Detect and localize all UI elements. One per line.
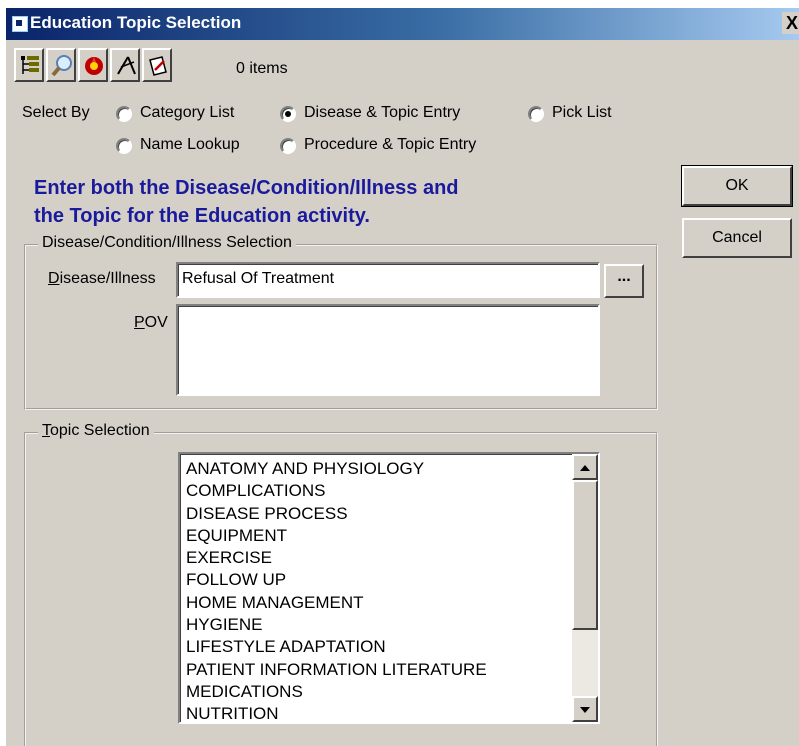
topic-item[interactable]: EQUIPMENT bbox=[186, 525, 566, 547]
disease-browse-button[interactable]: ... bbox=[604, 264, 644, 298]
radio-label: Category List bbox=[140, 104, 235, 121]
close-button[interactable]: X bbox=[782, 12, 799, 34]
compass-icon bbox=[117, 56, 136, 75]
note-pencil-icon bbox=[149, 56, 167, 76]
items-count: 0 items bbox=[236, 60, 288, 77]
pov-label-accesskey: P bbox=[134, 314, 145, 331]
instruction-line-1: Enter both the Disease/Condition/Illness… bbox=[34, 177, 459, 199]
radio-circle bbox=[116, 106, 132, 122]
topic-item[interactable]: COMPLICATIONS bbox=[186, 480, 566, 502]
topic-list: ANATOMY AND PHYSIOLOGY COMPLICATIONS DIS… bbox=[186, 458, 566, 722]
radio-label: Disease & Topic Entry bbox=[304, 104, 461, 121]
arrow-down-icon bbox=[580, 707, 590, 713]
topic-item[interactable]: HYGIENE bbox=[186, 614, 566, 636]
pov-field[interactable] bbox=[176, 304, 600, 396]
topic-item[interactable]: PATIENT INFORMATION LITERATURE bbox=[186, 659, 566, 681]
radio-circle bbox=[116, 138, 132, 154]
disease-label-accesskey: D bbox=[48, 270, 60, 287]
topic-item[interactable]: FOLLOW UP bbox=[186, 569, 566, 591]
window-title: Education Topic Selection bbox=[30, 13, 242, 32]
topic-item[interactable]: HOME MANAGEMENT bbox=[186, 592, 566, 614]
cancel-button[interactable]: Cancel bbox=[682, 218, 792, 258]
magnifier-icon bbox=[51, 55, 72, 77]
topic-title-rest: opic Selection bbox=[50, 422, 150, 439]
tree-list-button[interactable] bbox=[14, 48, 44, 82]
red-flower-icon bbox=[85, 57, 103, 75]
topic-item[interactable]: NUTRITION bbox=[186, 703, 566, 722]
topic-group-title: Topic Selection bbox=[38, 422, 154, 440]
topic-item[interactable]: DISEASE PROCESS bbox=[186, 503, 566, 525]
select-by-label: Select By bbox=[22, 104, 90, 121]
instruction-line-2: the Topic for the Education activity. bbox=[34, 205, 370, 227]
radio-selected-dot bbox=[285, 111, 291, 117]
radio-label: Name Lookup bbox=[140, 136, 240, 153]
radio-label: Pick List bbox=[552, 104, 612, 121]
search-button[interactable] bbox=[46, 48, 76, 82]
scroll-down-button[interactable] bbox=[572, 696, 598, 722]
pov-label: POV bbox=[134, 314, 168, 332]
radio-label: Procedure & Topic Entry bbox=[304, 136, 477, 153]
topic-item[interactable]: LIFESTYLE ADAPTATION bbox=[186, 636, 566, 658]
disease-label-rest: isease/Illness bbox=[59, 270, 156, 287]
compass-button[interactable] bbox=[110, 48, 140, 82]
education-topic-dialog: Education Topic Selection X 0 items Sele… bbox=[6, 8, 799, 746]
topic-item[interactable]: ANATOMY AND PHYSIOLOGY bbox=[186, 458, 566, 480]
radio-circle bbox=[528, 106, 544, 122]
topic-scrollbar[interactable] bbox=[572, 454, 598, 722]
pov-label-rest: OV bbox=[144, 314, 168, 331]
tree-list-icon bbox=[21, 56, 39, 74]
disease-illness-field[interactable]: Refusal Of Treatment bbox=[176, 262, 600, 298]
disease-illness-label: Disease/Illness bbox=[48, 270, 156, 288]
scroll-up-button[interactable] bbox=[572, 454, 598, 480]
topic-title-accesskey: T bbox=[42, 422, 50, 439]
arrow-up-icon bbox=[580, 465, 590, 471]
title-bar[interactable]: Education Topic Selection bbox=[6, 8, 799, 40]
radio-circle bbox=[280, 138, 296, 154]
topic-item[interactable]: EXERCISE bbox=[186, 547, 566, 569]
topic-listbox[interactable]: ANATOMY AND PHYSIOLOGY COMPLICATIONS DIS… bbox=[178, 452, 600, 724]
window-icon bbox=[12, 16, 28, 32]
scroll-thumb[interactable] bbox=[572, 480, 598, 630]
instruction-text: Enter both the Disease/Condition/Illness… bbox=[34, 174, 594, 230]
topic-item[interactable]: MEDICATIONS bbox=[186, 681, 566, 703]
disease-group-title: Disease/Condition/Illness Selection bbox=[38, 234, 296, 252]
flower-button[interactable] bbox=[78, 48, 108, 82]
ok-button[interactable]: OK bbox=[681, 165, 793, 207]
note-button[interactable] bbox=[142, 48, 172, 82]
